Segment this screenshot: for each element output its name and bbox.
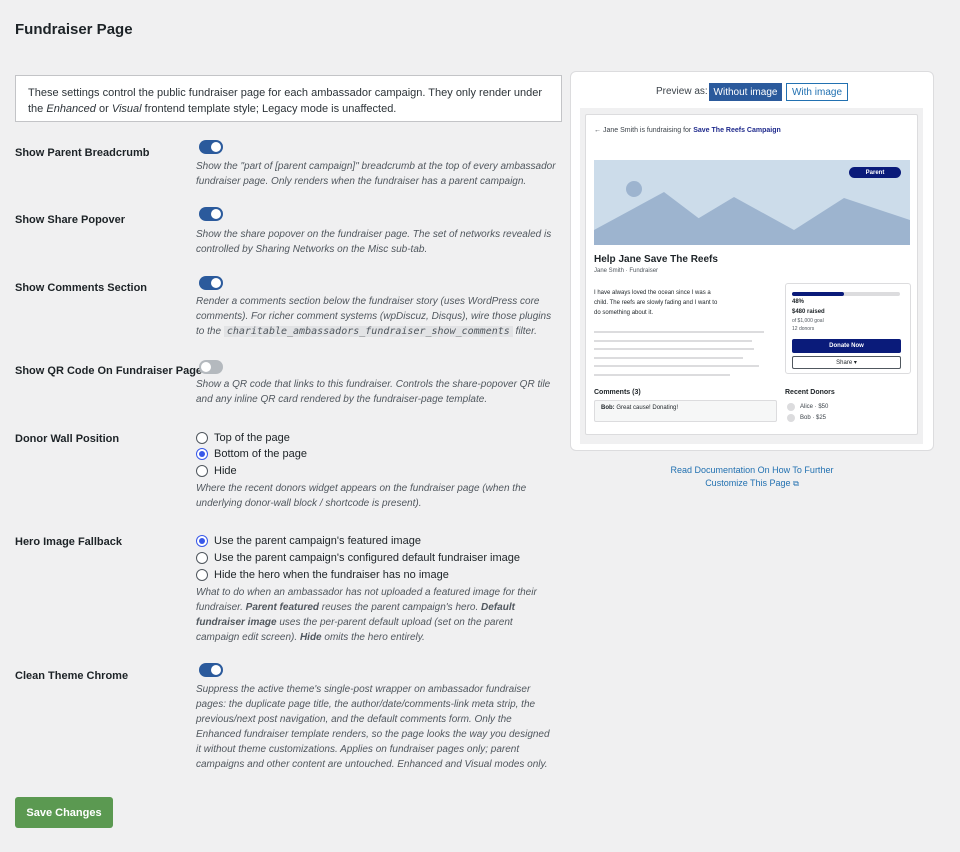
donor-wall-option-bottom[interactable]: Bottom of the page [196,447,307,461]
preview-comment: Bob: Great cause! Donating! [594,400,777,422]
intro-enhanced: Enhanced [46,103,96,115]
preview-breadcrumb: ← Jane Smith is fundraising for Save The… [594,127,781,134]
placeholder-line [594,340,752,342]
donor-wall-description: Where the recent donors widget appears o… [196,483,527,509]
radio-icon [196,432,208,444]
parent-badge: Parent [849,167,901,178]
donor-label: Alice · $50 [800,404,829,410]
intro-or: or [95,103,112,115]
documentation-link[interactable]: Read Documentation On How To Further Cus… [660,464,844,490]
placeholder-line [594,357,743,359]
radio-selected-icon [196,535,208,547]
preview-percent: 48% [792,299,805,305]
placeholder-line [594,374,730,376]
clean-chrome-label: Clean Theme Chrome [15,670,129,682]
hero-desc-part: omits the hero entirely. [321,632,425,643]
preview-fundraiser-title: Help Jane Save The Reefs [594,254,718,265]
donor-avatar-icon [787,403,795,411]
preview-fundraiser-subtitle: Jane Smith · Fundraiser [594,268,659,274]
placeholder-line [594,348,754,350]
radio-icon [196,552,208,564]
preview-donor-item: Bob · $25 [787,414,826,422]
preview-progress-fill [792,292,844,296]
preview-progress-bar [792,292,900,296]
share-toggle[interactable] [199,207,223,221]
crumb-prefix: ← Jane Smith is fundraising for [594,127,694,134]
preview-raised: $480 raised [792,309,825,315]
qr-setting-label: Show QR Code On Fundraiser Page [15,365,203,377]
hero-desc-bold: Parent featured [245,602,320,613]
hero-option-default[interactable]: Use the parent campaign's configured def… [196,551,520,565]
placeholder-line [594,365,759,367]
qr-toggle[interactable] [199,360,223,374]
donor-avatar-icon [787,414,795,422]
toggle-knob [211,209,221,219]
hero-option-hide[interactable]: Hide the hero when the fundraiser has no… [196,568,449,582]
qr-description: Show a QR code that links to this fundra… [196,379,551,405]
documentation-link-text[interactable]: Read Documentation On How To Further Cus… [671,465,834,488]
comment-author: Bob: [601,405,615,411]
option-label: Use the parent campaign's configured def… [214,552,521,564]
comments-description: Render a comments section below the fund… [196,294,556,339]
donor-wall-label: Donor Wall Position [15,433,120,445]
page-title: Fundraiser Page [15,21,133,38]
hero-fallback-description: What to do when an ambassador has not up… [196,585,556,645]
preview-with-image-button[interactable]: With image [786,83,848,101]
intro-visual: Visual [111,103,142,115]
preview-donate-button: Donate Now [792,339,901,353]
clean-chrome-toggle[interactable] [199,663,223,677]
option-label: Hide [214,465,237,477]
option-label: Bottom of the page [214,448,307,460]
preview-share-button: Share ▾ [792,356,901,369]
preview-as-label: Preview as: [656,86,708,97]
donor-label: Bob · $25 [800,415,827,421]
breadcrumb-setting-label: Show Parent Breadcrumb [15,147,150,159]
share-setting-label: Show Share Popover [15,214,126,226]
placeholder-line [594,331,764,333]
option-label: Top of the page [214,432,290,444]
radio-selected-icon [196,448,208,460]
preview-donor-count: 12 donors [792,326,815,332]
toggle-knob [201,362,211,372]
intro-notice: These settings control the public fundra… [15,75,562,122]
option-label: Use the parent campaign's featured image [214,535,421,547]
preview-recent-donors-heading: Recent Donors [785,389,835,396]
breadcrumb-toggle[interactable] [199,140,223,154]
intro-text-2: frontend template style; Legacy mode is … [141,103,397,115]
comments-toggle[interactable] [199,276,223,290]
comments-setting-label: Show Comments Section [15,282,148,294]
comment-text: Great cause! Donating! [616,405,679,411]
preview-story-text: I have always loved the ocean since I wa… [594,290,718,316]
comments-desc-end: filter. [512,326,537,337]
hero-desc-part: reuses the parent campaign's hero. [319,602,482,613]
comments-filter-code: charitable_ambassadors_fundraiser_show_c… [223,326,513,337]
breadcrumb-description: Show the "part of [parent campaign]" bre… [196,161,556,187]
donor-wall-option-top[interactable]: Top of the page [196,431,290,445]
hero-desc-bold: Hide [299,632,322,643]
option-label: Hide the hero when the fundraiser has no… [214,569,449,581]
external-link-icon: ⧉ [793,479,799,488]
radio-icon [196,465,208,477]
crumb-campaign: Save The Reefs Campaign [693,127,781,134]
save-changes-button[interactable]: Save Changes [15,797,113,828]
toggle-knob [211,278,221,288]
preview-without-image-button[interactable]: Without image [709,83,782,101]
preview-comments-heading: Comments (3) [594,389,641,396]
toggle-knob [211,665,221,675]
hero-fallback-label: Hero Image Fallback [15,536,122,548]
clean-chrome-description: Suppress the active theme's single-post … [196,684,550,770]
toggle-knob [211,142,221,152]
preview-goal: of $1,000 goal [792,318,824,324]
hero-option-featured[interactable]: Use the parent campaign's featured image [196,534,421,548]
preview-donor-item: Alice · $50 [787,403,828,411]
donor-wall-option-hide[interactable]: Hide [196,464,237,478]
radio-icon [196,569,208,581]
share-description: Show the share popover on the fundraiser… [196,229,552,255]
